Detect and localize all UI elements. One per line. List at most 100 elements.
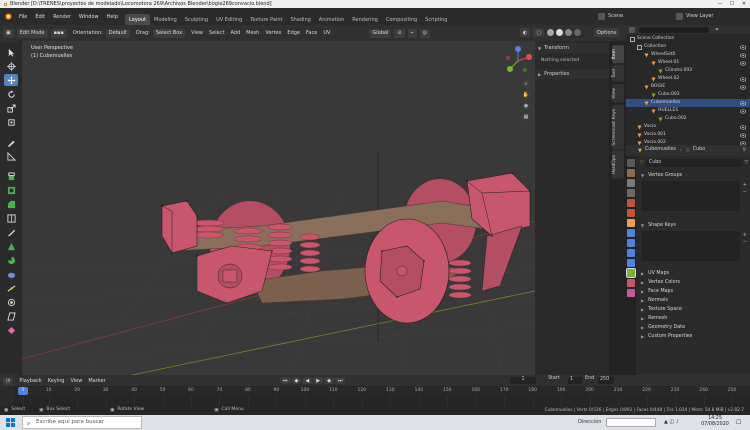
next-keyframe-icon[interactable]: ◆ [324,377,334,384]
outliner-row[interactable]: Cubo.002 [626,115,750,123]
tool-shear[interactable] [4,310,18,322]
prev-keyframe-icon[interactable]: ◆ [291,377,302,384]
editor-type-button[interactable]: ▣ [3,28,14,38]
section-shape-keys[interactable]: ▼ Shape Keys [638,221,748,230]
properties-panel-header[interactable]: ▶ Properties [535,69,609,79]
tab-world-properties[interactable] [627,209,635,217]
xray-button[interactable]: ▢ [533,28,545,37]
tab-object-properties[interactable] [627,219,635,227]
tool-select[interactable] [4,46,18,58]
outliner-search-input[interactable] [639,26,709,33]
shading-material-icon[interactable] [565,29,573,36]
visibility-eye-icon[interactable] [739,124,747,130]
tool-scale[interactable] [4,102,18,114]
tool-move[interactable] [4,74,18,86]
tool-rotate[interactable] [4,88,18,100]
menu-mesh[interactable]: Mesh [243,30,262,36]
scene-selector[interactable]: Scene [598,12,623,21]
minimize-button[interactable]: — [714,0,726,8]
tab-layout[interactable]: Layout [125,14,150,25]
menu-help[interactable]: Help [103,8,122,25]
taskbar-search-box[interactable]: ⌕ Escribe aquí para buscar [22,416,142,429]
tray-network-icon[interactable]: ▲ ◫ ♪ [664,419,679,425]
taskbar-time[interactable]: 14:25 [700,416,730,422]
tab-item[interactable]: Item [611,45,624,64]
visibility-eye-icon[interactable] [739,52,747,58]
select-mode-buttons[interactable]: ▪▪▪ [50,28,67,38]
shading-solid-icon[interactable] [556,29,564,36]
blender-menu-icon[interactable] [3,12,12,21]
menu-uv[interactable]: UV [320,30,333,36]
outliner-row[interactable]: Collection [626,43,750,51]
transform-orientation-dropdown[interactable]: Global [369,28,392,38]
remove-shape-key-icon[interactable]: − [743,239,747,245]
tab-texture-paint[interactable]: Texture Paint [246,14,286,25]
drag-dropdown[interactable]: Select Box [152,28,186,38]
proportional-edit-button[interactable]: ◎ [419,28,430,38]
section-custom-properties[interactable]: ▶ Custom Properties [638,332,748,341]
play-reverse-icon[interactable]: ◀ [302,377,313,384]
menu-window[interactable]: Window [75,8,103,25]
visibility-eye-icon[interactable] [739,100,747,106]
tool-bevel[interactable] [4,198,18,210]
tab-render-properties[interactable] [627,169,635,177]
visibility-eye-icon[interactable] [739,132,747,138]
outliner-row[interactable]: HUELLES [626,107,750,115]
timeline-track-area[interactable] [14,396,750,406]
menu-playback[interactable]: Playback [16,378,44,384]
tab-particle-properties[interactable] [627,239,635,247]
snap-button[interactable]: ⌁ [407,28,417,38]
visibility-eye-icon[interactable] [739,76,747,82]
menu-timeline-view[interactable]: View [67,378,85,384]
outliner-row[interactable]: Wheel.01 [626,59,750,67]
add-vertex-group-icon[interactable]: + [743,182,747,188]
tab-physics-properties[interactable] [627,249,635,257]
timeline-ruler[interactable]: 1 10 20 30 40 50 60 70 80 90 100 110 120 130 140 150 160… [14,386,750,396]
timeline-editor-icon[interactable]: ◷ [3,376,14,385]
current-frame-field[interactable]: 1 [510,377,536,384]
pivot-button[interactable]: ⊙ [394,28,405,38]
tab-data-properties[interactable] [626,268,636,278]
tab-sculpting[interactable]: Sculpting [181,14,212,25]
tab-view[interactable]: View [611,84,624,103]
tool-inset[interactable] [4,184,18,196]
tool-annotate[interactable] [4,136,18,148]
tool-smooth[interactable] [4,268,18,280]
outliner-row[interactable]: Cubemuelles [626,99,750,107]
tool-shrink-fatten[interactable] [4,296,18,308]
tab-modifier-properties[interactable] [627,229,635,237]
jump-start-icon[interactable]: ⏮ [280,377,291,384]
tool-spin[interactable] [4,254,18,266]
tab-modeling[interactable]: Modeling [150,14,181,25]
tool-cursor[interactable] [4,60,18,72]
close-button[interactable]: ✕ [738,0,750,8]
jump-end-icon[interactable]: ⏭ [334,377,346,384]
outliner-editor-icon[interactable] [629,26,635,33]
menu-add[interactable]: Add [227,30,243,36]
menu-keying[interactable]: Keying [45,378,68,384]
outliner-row[interactable]: WheelSet0 [626,51,750,59]
menu-file[interactable]: File [15,8,31,25]
tool-knife[interactable] [4,226,18,238]
mode-selector[interactable]: Edit Mode [16,28,48,38]
data-block-selector[interactable]: ▽ Cubo ⛉ [638,158,748,167]
outliner-row[interactable]: Vacio [626,123,750,131]
remove-vertex-group-icon[interactable]: − [743,189,747,195]
add-shape-key-icon[interactable]: + [743,232,747,238]
end-frame-field[interactable]: 250 [598,377,614,384]
tool-edge-slide[interactable] [4,282,18,294]
tab-tool[interactable]: Tool [611,65,624,82]
tab-material-properties[interactable] [627,279,635,287]
tool-extrude[interactable] [4,170,18,182]
data-name-field[interactable]: Cubo [645,158,742,167]
view-layer-selector[interactable]: View Layer [676,12,713,21]
tab-tool-properties[interactable] [627,159,635,167]
tab-view-layer-properties[interactable] [627,189,635,197]
section-remesh[interactable]: ▶ Remesh [638,314,748,323]
section-vertex-colors[interactable]: ▶ Vertex Colors [638,278,748,287]
shading-rendered-icon[interactable] [574,29,582,36]
vertex-groups-list[interactable]: + − [642,181,747,211]
menu-face[interactable]: Face [303,30,320,36]
visibility-eye-icon[interactable] [739,108,747,114]
tool-transform[interactable] [4,116,18,128]
